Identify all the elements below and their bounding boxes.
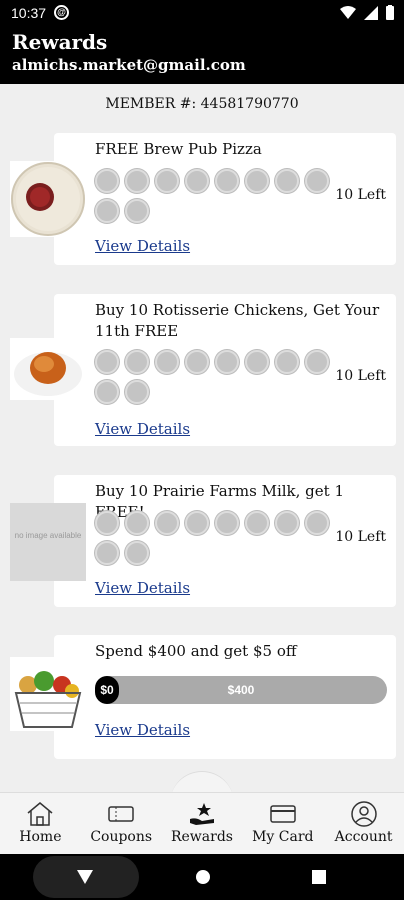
stamp-slot xyxy=(305,169,329,193)
card-icon xyxy=(270,805,296,823)
stamp-slot xyxy=(245,511,269,535)
stamp-slot xyxy=(125,380,149,404)
reward-title: FREE Brew Pub Pizza xyxy=(95,140,262,158)
stamp-slot xyxy=(185,511,209,535)
stamp-slot xyxy=(245,169,269,193)
wifi-icon xyxy=(340,5,356,19)
nav-label: Account xyxy=(334,829,393,845)
stamp-slot xyxy=(275,169,299,193)
stamp-grid xyxy=(95,511,335,565)
stamp-slot xyxy=(305,511,329,535)
home-circle-icon[interactable] xyxy=(196,870,210,884)
view-details-link[interactable]: View Details xyxy=(95,721,190,739)
stamp-slot xyxy=(155,511,179,535)
account-icon xyxy=(350,801,377,827)
nav-my-card[interactable]: My Card xyxy=(242,793,323,854)
placeholder-text: no image available xyxy=(14,531,82,540)
stamp-slot xyxy=(215,511,239,535)
nav-label: Coupons xyxy=(90,829,153,845)
stamp-slot xyxy=(275,511,299,535)
remaining-count: 10 Left xyxy=(335,187,386,203)
stamp-slot xyxy=(125,169,149,193)
pizza-image xyxy=(10,161,86,237)
stamp-grid xyxy=(95,169,335,223)
reward-card: Buy 10 Rotisserie Chickens, Get Your 11t… xyxy=(10,294,396,446)
chicken-image xyxy=(10,338,86,400)
progress-current: $0 xyxy=(95,676,119,704)
clock: 10:37 xyxy=(11,5,47,21)
grocery-basket-image xyxy=(10,657,86,731)
stamp-slot xyxy=(95,541,119,565)
stamp-slot xyxy=(95,350,119,374)
stamp-slot xyxy=(125,541,149,565)
view-details-link[interactable]: View Details xyxy=(95,579,190,597)
stamp-slot xyxy=(95,511,119,535)
app-header: Rewards almichs.market@gmail.com xyxy=(0,26,404,84)
progress-goal: $400 xyxy=(227,683,255,697)
stamp-slot xyxy=(155,169,179,193)
nav-account[interactable]: Account xyxy=(323,793,404,854)
nav-label: Rewards xyxy=(170,829,233,845)
rewards-icon xyxy=(189,803,214,825)
no-image-placeholder: no image available xyxy=(10,503,86,581)
stamp-grid xyxy=(95,350,335,404)
signal-icon xyxy=(364,5,378,20)
back-icon[interactable] xyxy=(77,870,93,884)
nav-label: Home xyxy=(19,829,62,845)
stamp-slot xyxy=(305,350,329,374)
stamp-slot xyxy=(155,350,179,374)
stamp-slot xyxy=(125,199,149,223)
reward-card: Spend $400 and get $5 off $400 $0 View D… xyxy=(10,635,396,759)
nav-home[interactable]: Home xyxy=(0,793,81,854)
stamp-slot xyxy=(95,169,119,193)
reward-title: Spend $400 and get $5 off xyxy=(95,642,297,660)
spend-progress-bar: $400 $0 xyxy=(95,676,387,704)
account-email: almichs.market@gmail.com xyxy=(12,56,246,74)
nav-rewards[interactable]: Rewards xyxy=(162,793,243,854)
view-details-link[interactable]: View Details xyxy=(95,237,190,255)
remaining-count: 10 Left xyxy=(335,529,386,545)
battery-icon xyxy=(386,5,394,20)
stamp-slot xyxy=(125,511,149,535)
nav-coupons[interactable]: Coupons xyxy=(81,793,162,854)
reward-title: Buy 10 Rotisserie Chickens, Get Your 11t… xyxy=(95,301,380,340)
recents-icon[interactable] xyxy=(312,870,326,884)
stamp-slot xyxy=(185,350,209,374)
stamp-slot xyxy=(215,350,239,374)
stamp-slot xyxy=(95,380,119,404)
bottom-nav: Home Coupons Rewards My Card Account xyxy=(0,792,404,854)
remaining-count: 10 Left xyxy=(335,368,386,384)
home-icon xyxy=(27,802,53,826)
stamp-slot xyxy=(125,350,149,374)
stamp-slot xyxy=(95,199,119,223)
reward-card: no image available Buy 10 Prairie Farms … xyxy=(10,475,396,607)
page-title: Rewards xyxy=(12,30,108,54)
reward-card: FREE Brew Pub Pizza 10 Left View Details xyxy=(10,133,396,265)
member-number: MEMBER #: 44581790770 xyxy=(105,96,299,112)
notification-icon: @ xyxy=(54,5,69,20)
status-bar: 10:37 @ xyxy=(0,0,404,26)
view-details-link[interactable]: View Details xyxy=(95,420,190,438)
stamp-slot xyxy=(275,350,299,374)
stamp-slot xyxy=(215,169,239,193)
system-nav-bar xyxy=(0,854,404,900)
stamp-slot xyxy=(185,169,209,193)
coupon-icon xyxy=(108,806,134,822)
nav-label: My Card xyxy=(252,829,314,845)
stamp-slot xyxy=(245,350,269,374)
